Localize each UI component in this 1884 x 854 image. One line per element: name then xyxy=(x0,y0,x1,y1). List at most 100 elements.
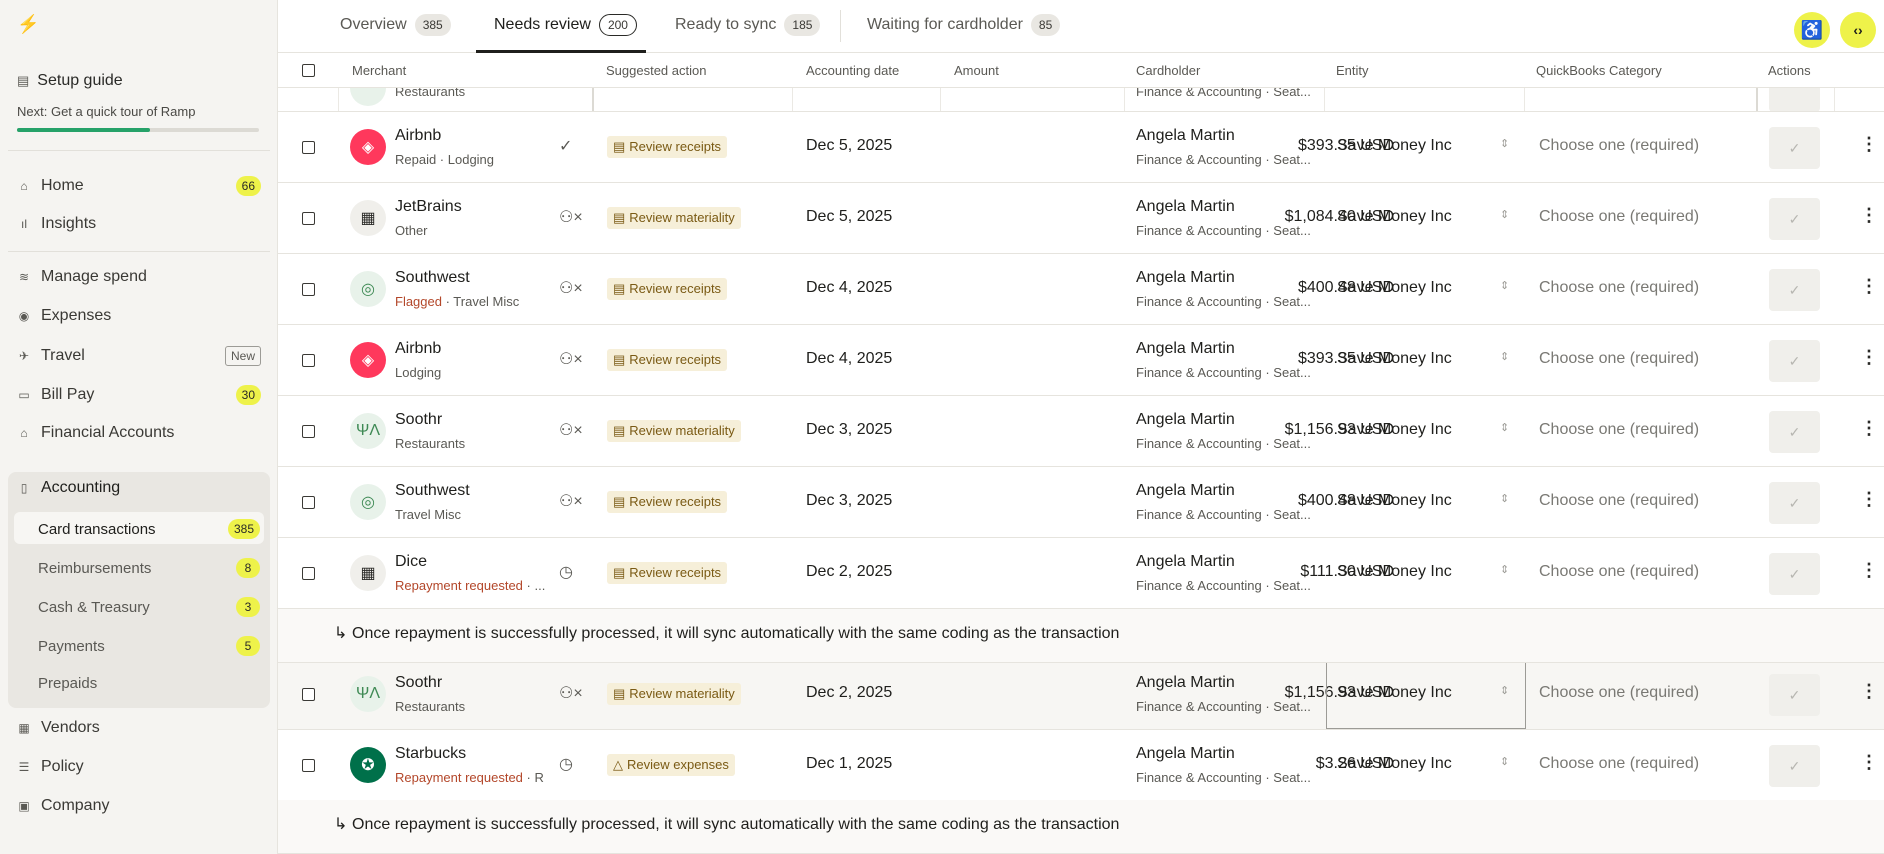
table-row[interactable]: ΨΛ Soothr Restaurants ⚇× ▤ Review materia… xyxy=(278,396,1884,467)
quickbooks-category-select[interactable]: Choose one (required) xyxy=(1539,350,1699,368)
user-x-icon[interactable]: ⚇× xyxy=(559,491,583,511)
row-checkbox[interactable] xyxy=(302,759,315,772)
user-x-icon[interactable]: ⚇× xyxy=(559,278,583,298)
sidebar-item-bill-pay[interactable]: ▭ Bill Pay 30 xyxy=(17,385,261,405)
column-header-accounting-date[interactable]: Accounting date xyxy=(806,63,899,78)
table-row[interactable]: ◎ Southwest Flagged · Travel Misc ⚇× ▤ Re… xyxy=(278,254,1884,325)
more-options-icon[interactable]: ⋮ xyxy=(1860,205,1878,226)
approve-button[interactable]: ✓ xyxy=(1769,553,1820,595)
quickbooks-category-select[interactable]: Choose one (required) xyxy=(1539,208,1699,226)
more-options-icon[interactable]: ⋮ xyxy=(1860,276,1878,297)
suggested-action-badge[interactable]: ▤ Review materiality xyxy=(607,683,741,705)
approve-button[interactable]: ✓ xyxy=(1769,340,1820,382)
entity-select[interactable]: Save Money Inc xyxy=(1337,563,1452,581)
accessibility-button[interactable]: ♿ xyxy=(1794,12,1830,48)
quickbooks-category-select[interactable]: Choose one (required) xyxy=(1539,684,1699,702)
column-header-merchant[interactable]: Merchant xyxy=(352,63,406,78)
table-row[interactable]: ΨΛ Soothr Restaurants ⚇× ▤ Review materia… xyxy=(278,659,1884,730)
approve-button[interactable]: ✓ xyxy=(1769,745,1820,787)
column-header-quickbooks-category[interactable]: QuickBooks Category xyxy=(1536,63,1662,78)
table-row[interactable]: ◈ Airbnb Repaid · Lodging ✓ ▤ Review rece… xyxy=(278,112,1884,183)
column-header-entity[interactable]: Entity xyxy=(1336,63,1369,78)
entity-select[interactable]: Save Money Inc xyxy=(1337,492,1452,510)
quickbooks-category-select[interactable]: Choose one (required) xyxy=(1539,755,1699,773)
sidebar-item-expenses[interactable]: ◉ Expenses xyxy=(17,307,261,325)
entity-select[interactable]: Save Money Inc xyxy=(1337,208,1452,226)
check-circle-icon[interactable]: ✓ xyxy=(559,136,572,156)
clock-icon[interactable]: ◷ xyxy=(559,562,573,582)
table-row[interactable]: ◎ Southwest Travel Misc ⚇× ▤ Review recei… xyxy=(278,467,1884,538)
more-options-icon[interactable]: ⋮ xyxy=(1860,134,1878,155)
approve-button[interactable]: ✓ xyxy=(1769,674,1820,716)
row-checkbox[interactable] xyxy=(302,567,315,580)
quickbooks-category-select[interactable]: Choose one (required) xyxy=(1539,279,1699,297)
suggested-action-badge[interactable]: ▤ Review receipts xyxy=(607,349,728,371)
row-checkbox[interactable] xyxy=(302,496,315,509)
more-options-icon[interactable]: ⋮ xyxy=(1860,752,1878,773)
suggested-action-badge[interactable]: △ Review expenses xyxy=(607,754,735,776)
entity-select[interactable]: Save Money Inc xyxy=(1337,137,1452,155)
table-row[interactable]: ◈ Airbnb Lodging ⚇× ▤ Review receipts Dec… xyxy=(278,325,1884,396)
sidebar-item-policy[interactable]: ☰ Policy xyxy=(17,758,261,776)
entity-select[interactable]: Save Money Inc xyxy=(1337,755,1452,773)
tab-overview[interactable]: Overview 385 xyxy=(340,14,451,36)
sidebar-item-travel[interactable]: ✈ Travel New xyxy=(17,346,261,366)
approve-button[interactable] xyxy=(1769,88,1820,111)
tab-waiting-for-cardholder[interactable]: Waiting for cardholder 85 xyxy=(867,14,1061,36)
sidebar-item-cash-treasury[interactable]: Cash & Treasury 3 xyxy=(38,597,260,617)
user-x-icon[interactable]: ⚇× xyxy=(559,207,583,227)
approve-button[interactable]: ✓ xyxy=(1769,198,1820,240)
quickbooks-category-select[interactable]: Choose one (required) xyxy=(1539,492,1699,510)
suggested-action-badge[interactable]: ▤ Review receipts xyxy=(607,136,728,158)
sidebar-item-accounting[interactable]: ▯ Accounting xyxy=(17,479,261,497)
more-options-icon[interactable]: ⋮ xyxy=(1860,681,1878,702)
entity-select[interactable]: Save Money Inc xyxy=(1337,421,1452,439)
user-x-icon[interactable]: ⚇× xyxy=(559,683,583,703)
tab-needs-review[interactable]: Needs review 200 xyxy=(494,14,637,36)
setup-guide[interactable]: ▤ Setup guide xyxy=(17,72,123,90)
suggested-action-badge[interactable]: ▤ Review materiality xyxy=(607,420,741,442)
quickbooks-category-select[interactable]: Choose one (required) xyxy=(1539,563,1699,581)
more-options-icon[interactable]: ⋮ xyxy=(1860,560,1878,581)
sidebar-item-home[interactable]: ⌂ Home 66 xyxy=(17,176,261,196)
suggested-action-badge[interactable]: ▤ Review receipts xyxy=(607,278,728,300)
tab-ready-to-sync[interactable]: Ready to sync 185 xyxy=(675,14,821,36)
clock-icon[interactable]: ◷ xyxy=(559,754,573,774)
entity-select[interactable]: Save Money Inc xyxy=(1337,350,1452,368)
user-x-icon[interactable]: ⚇× xyxy=(559,420,583,440)
sidebar-item-company[interactable]: ▣ Company xyxy=(17,797,261,815)
entity-select[interactable]: Save Money Inc xyxy=(1337,684,1452,702)
approve-button[interactable]: ✓ xyxy=(1769,269,1820,311)
code-toggle-button[interactable]: ‹› xyxy=(1840,12,1876,48)
entity-select[interactable]: Save Money Inc xyxy=(1337,279,1452,297)
more-options-icon[interactable]: ⋮ xyxy=(1860,347,1878,368)
user-x-icon[interactable]: ⚇× xyxy=(559,349,583,369)
row-checkbox[interactable] xyxy=(302,283,315,296)
table-row[interactable]: ✪ Starbucks Repayment requested · R... ◷… xyxy=(278,730,1884,801)
approve-button[interactable]: ✓ xyxy=(1769,482,1820,524)
sidebar-item-financial-accounts[interactable]: ⌂ Financial Accounts xyxy=(17,424,261,442)
sidebar-item-insights[interactable]: ıl Insights xyxy=(17,215,261,233)
sidebar-item-payments[interactable]: Payments 5 xyxy=(38,636,260,656)
column-header-cardholder[interactable]: Cardholder xyxy=(1136,63,1200,78)
row-checkbox[interactable] xyxy=(302,212,315,225)
more-options-icon[interactable]: ⋮ xyxy=(1860,489,1878,510)
sidebar-item-prepaids[interactable]: Prepaids xyxy=(38,675,260,692)
row-checkbox[interactable] xyxy=(302,425,315,438)
suggested-action-badge[interactable]: ▤ Review materiality xyxy=(607,207,741,229)
ramp-logo[interactable]: ⚡ xyxy=(17,14,39,35)
sidebar-item-reimbursements[interactable]: Reimbursements 8 xyxy=(38,558,260,578)
quickbooks-category-select[interactable]: Choose one (required) xyxy=(1539,421,1699,439)
table-row[interactable]: ▦ Dice Repayment requested · ... ◷ ▤ Revi… xyxy=(278,538,1884,609)
column-header-amount[interactable]: Amount xyxy=(954,63,999,78)
select-all-checkbox[interactable] xyxy=(302,64,315,77)
approve-button[interactable]: ✓ xyxy=(1769,127,1820,169)
sidebar-item-vendors[interactable]: ▦ Vendors xyxy=(17,719,261,737)
row-checkbox[interactable] xyxy=(302,354,315,367)
row-checkbox[interactable] xyxy=(302,141,315,154)
column-header-suggested-action[interactable]: Suggested action xyxy=(606,63,706,78)
sidebar-item-manage-spend[interactable]: ≋ Manage spend xyxy=(17,268,261,286)
suggested-action-badge[interactable]: ▤ Review receipts xyxy=(607,562,728,584)
row-checkbox[interactable] xyxy=(302,688,315,701)
suggested-action-badge[interactable]: ▤ Review receipts xyxy=(607,491,728,513)
